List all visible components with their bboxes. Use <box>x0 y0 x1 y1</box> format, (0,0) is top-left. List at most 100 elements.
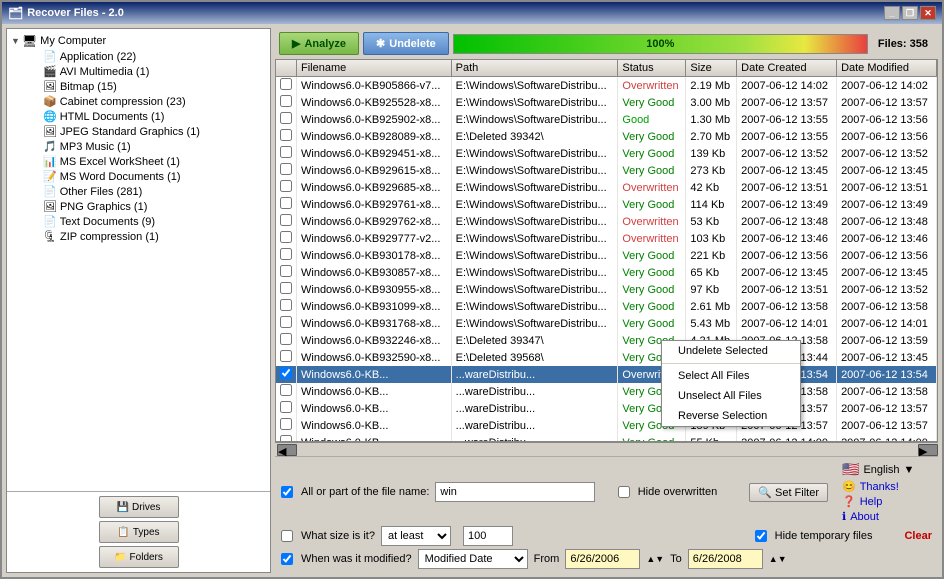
col-modified[interactable]: Date Modified <box>837 60 937 77</box>
row-checkbox-cell[interactable] <box>276 128 297 145</box>
menu-item-undelete-selected[interactable]: Undelete Selected <box>662 341 800 361</box>
minimize-button[interactable]: _ <box>884 6 900 20</box>
size-enabled-checkbox[interactable] <box>281 530 293 542</box>
row-checkbox-cell[interactable] <box>276 298 297 315</box>
table-row[interactable]: Windows6.0-KB929615-x8... E:\Windows\Sof… <box>276 162 937 179</box>
row-checkbox[interactable] <box>280 282 292 294</box>
table-row[interactable]: Windows6.0-KB930955-x8... E:\Windows\Sof… <box>276 281 937 298</box>
row-checkbox-cell[interactable] <box>276 366 297 383</box>
row-checkbox[interactable] <box>280 248 292 260</box>
row-checkbox-cell[interactable] <box>276 77 297 95</box>
row-checkbox[interactable] <box>280 435 292 442</box>
row-checkbox[interactable] <box>280 214 292 226</box>
filename-enabled-checkbox[interactable] <box>281 486 293 498</box>
table-row[interactable]: Windows6.0-KB928089-x8... E:\Deleted 393… <box>276 128 937 145</box>
table-row[interactable]: Windows6.0-KB932590-x8... E:\Deleted 395… <box>276 349 937 366</box>
row-checkbox-cell[interactable] <box>276 179 297 196</box>
table-row[interactable]: Windows6.0-KB930178-x8... E:\Windows\Sof… <box>276 247 937 264</box>
row-checkbox[interactable] <box>280 401 292 413</box>
hide-temp-checkbox[interactable] <box>755 530 767 542</box>
row-checkbox-cell[interactable] <box>276 417 297 434</box>
row-checkbox-cell[interactable] <box>276 400 297 417</box>
clear-button[interactable]: Clear <box>904 530 932 542</box>
row-checkbox-cell[interactable] <box>276 349 297 366</box>
row-checkbox[interactable] <box>280 146 292 158</box>
row-checkbox-cell[interactable] <box>276 281 297 298</box>
hscroll-track[interactable] <box>297 444 918 456</box>
table-row[interactable]: Windows6.0-KB931099-x8... E:\Windows\Sof… <box>276 298 937 315</box>
hscroll-right[interactable]: ▶ <box>918 444 938 456</box>
row-checkbox[interactable] <box>280 350 292 362</box>
hide-overwritten-checkbox[interactable] <box>618 486 630 498</box>
table-row[interactable]: Windows6.0-KB905866-v7... E:\Windows\Sof… <box>276 77 937 95</box>
row-checkbox-cell[interactable] <box>276 434 297 442</box>
row-checkbox-cell[interactable] <box>276 315 297 332</box>
row-checkbox[interactable] <box>280 333 292 345</box>
close-button[interactable]: ✕ <box>920 6 936 20</box>
tree-item[interactable]: 🖼PNG Graphics (1) <box>27 199 266 214</box>
table-row[interactable]: Windows6.0-KB929685-x8... E:\Windows\Sof… <box>276 179 937 196</box>
menu-item-select-all[interactable]: Select All Files <box>662 366 800 386</box>
row-checkbox[interactable] <box>280 163 292 175</box>
table-row[interactable]: Windows6.0-KB931768-x8... E:\Windows\Sof… <box>276 315 937 332</box>
row-checkbox[interactable] <box>280 316 292 328</box>
tree-item[interactable]: 📄Application (22) <box>27 49 266 64</box>
date-type-select[interactable]: Modified Date Created Date <box>418 549 528 569</box>
tree-item[interactable]: 🎬AVI Multimedia (1) <box>27 64 266 79</box>
row-checkbox-cell[interactable] <box>276 145 297 162</box>
row-checkbox[interactable] <box>280 78 292 90</box>
tree-item[interactable]: 📄Other Files (281) <box>27 184 266 199</box>
row-checkbox[interactable] <box>280 418 292 430</box>
folders-button[interactable]: 📁 Folders <box>99 546 179 568</box>
tree-item[interactable]: 🖼Bitmap (15) <box>27 79 266 94</box>
row-checkbox-cell[interactable] <box>276 196 297 213</box>
table-row[interactable]: Windows6.0-KB932246-x8... E:\Deleted 393… <box>276 332 937 349</box>
row-checkbox-cell[interactable] <box>276 332 297 349</box>
col-size[interactable]: Size <box>686 60 737 77</box>
col-filename[interactable]: Filename <box>297 60 452 77</box>
table-row[interactable]: Windows6.0-KB... ...wareDistribu... Over… <box>276 366 937 383</box>
row-checkbox[interactable] <box>280 95 292 107</box>
row-checkbox[interactable] <box>280 112 292 124</box>
size-value-input[interactable] <box>463 526 513 546</box>
types-button[interactable]: 📋 Types <box>99 521 179 543</box>
tree-item[interactable]: 📊MS Excel WorkSheet (1) <box>27 154 266 169</box>
tree-item[interactable]: 📦Cabinet compression (23) <box>27 94 266 109</box>
col-path[interactable]: Path <box>451 60 618 77</box>
row-checkbox[interactable] <box>280 180 292 192</box>
row-checkbox[interactable] <box>280 299 292 311</box>
hscrollbar[interactable]: ◀ ▶ <box>275 442 938 456</box>
row-checkbox-cell[interactable] <box>276 111 297 128</box>
date-to-input[interactable] <box>688 549 763 569</box>
hscroll-left[interactable]: ◀ <box>277 444 297 456</box>
tree-item[interactable]: 📄Text Documents (9) <box>27 214 266 229</box>
col-status[interactable]: Status <box>618 60 686 77</box>
row-checkbox-cell[interactable] <box>276 264 297 281</box>
row-checkbox-cell[interactable] <box>276 230 297 247</box>
date-enabled-checkbox[interactable] <box>281 553 293 565</box>
date-from-input[interactable] <box>565 549 640 569</box>
about-link[interactable]: ℹ About <box>842 510 932 523</box>
size-unit-select[interactable]: at least at most <box>381 526 451 546</box>
row-checkbox[interactable] <box>280 384 292 396</box>
table-row[interactable]: Windows6.0-KB925528-x8... E:\Windows\Sof… <box>276 94 937 111</box>
table-row[interactable]: Windows6.0-KB... ...wareDistribu... Very… <box>276 434 937 442</box>
tree-area[interactable]: ▼ 🖥 My Computer 📄Application (22)🎬AVI Mu… <box>7 29 270 491</box>
table-row[interactable]: Windows6.0-KB... ...wareDistribu... Very… <box>276 400 937 417</box>
row-checkbox[interactable] <box>280 129 292 141</box>
help-link[interactable]: ❓ Help <box>842 495 932 508</box>
row-checkbox-cell[interactable] <box>276 383 297 400</box>
row-checkbox-cell[interactable] <box>276 213 297 230</box>
set-filter-button[interactable]: 🔍 Set Filter <box>749 483 828 502</box>
file-table-container[interactable]: Filename Path Status Size Date Created D… <box>275 59 938 442</box>
restore-button[interactable]: ❐ <box>902 6 918 20</box>
filename-input[interactable] <box>435 482 595 502</box>
row-checkbox-cell[interactable] <box>276 162 297 179</box>
table-row[interactable]: Windows6.0-KB929761-x8... E:\Windows\Sof… <box>276 196 937 213</box>
tree-root[interactable]: ▼ 🖥 My Computer <box>11 33 266 49</box>
tree-item[interactable]: 🎵MP3 Music (1) <box>27 139 266 154</box>
col-created[interactable]: Date Created <box>737 60 837 77</box>
row-checkbox[interactable] <box>280 367 292 379</box>
row-checkbox[interactable] <box>280 231 292 243</box>
tree-item[interactable]: 🗜ZIP compression (1) <box>27 229 266 244</box>
